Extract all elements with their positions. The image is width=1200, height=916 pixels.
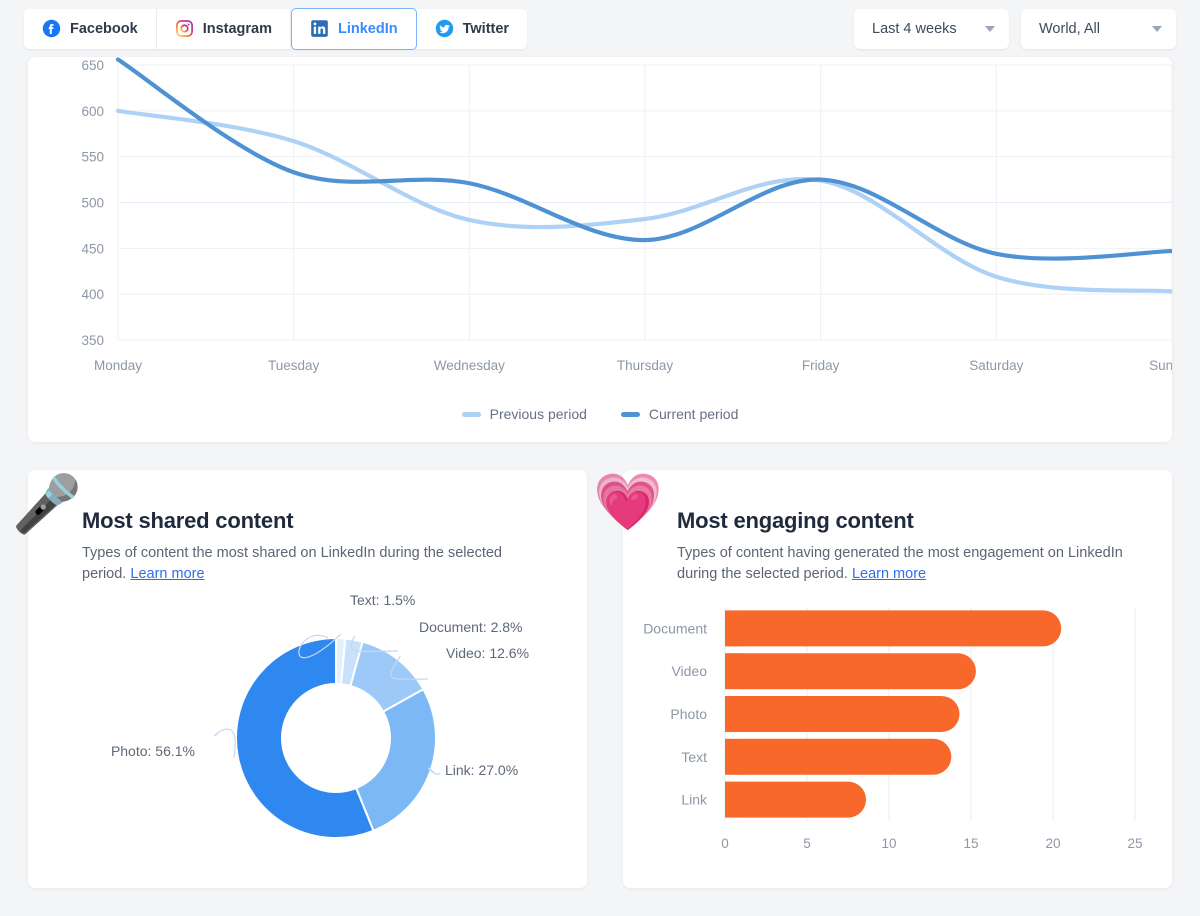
svg-text:20: 20	[1045, 836, 1060, 851]
facebook-icon	[42, 19, 61, 38]
svg-text:350: 350	[81, 333, 104, 348]
svg-text:Document: Document	[643, 620, 707, 636]
network-tab-group: Facebook Instagram LinkedIn Twitter	[24, 7, 528, 50]
followers-line-chart-card: 350 400 450 500 550 600 650 Monday Tuesday Wednes…	[28, 57, 1172, 442]
svg-text:10: 10	[881, 836, 896, 851]
chevron-down-icon	[985, 25, 995, 32]
svg-text:Monday: Monday	[94, 358, 142, 373]
twitter-icon	[435, 19, 453, 38]
svg-text:600: 600	[81, 104, 104, 119]
filter-selectors: Last 4 weeks World, All	[854, 8, 1176, 49]
tab-instagram-label: Instagram	[202, 20, 272, 37]
tab-twitter[interactable]: Twitter	[416, 8, 528, 49]
svg-text:0: 0	[721, 836, 729, 851]
svg-text:Document: 2.8%: Document: 2.8%	[419, 619, 523, 635]
svg-text:25: 25	[1127, 836, 1142, 851]
legend-swatch-current	[620, 411, 640, 417]
svg-text:450: 450	[81, 241, 104, 256]
legend-swatch-previous	[461, 411, 481, 417]
most-engaging-description-line1: Types of content having generated the mo…	[677, 545, 1064, 561]
most-shared-donut-chart: Text: 1.5%Document: 2.8% Video: 12.6% Link…	[111, 592, 529, 839]
svg-text:Video: Video	[671, 663, 707, 679]
most-engaging-bar-chart: 0 5 10 15 20 25 Document Video Photo Text Link	[643, 607, 1143, 851]
svg-text:Sunday: Sunday	[1149, 358, 1172, 373]
most-shared-header: Most shared content Types of content the…	[28, 470, 587, 585]
period-select-value: Last 4 weeks	[872, 20, 957, 37]
line-chart-legend: Previous period Current period	[28, 406, 1172, 422]
svg-text:Text: 1.5%: Text: 1.5%	[350, 592, 415, 608]
region-select-value: World, All	[1039, 20, 1100, 37]
legend-item-previous: Previous period	[461, 406, 587, 422]
most-engaging-description: Types of content having generated the mo…	[677, 543, 1146, 585]
svg-text:Wednesday: Wednesday	[434, 358, 505, 373]
svg-text:400: 400	[81, 287, 104, 302]
svg-text:Tuesday: Tuesday	[268, 358, 320, 373]
legend-item-current: Current period	[620, 406, 739, 422]
svg-text:Photo: Photo	[670, 706, 707, 722]
tab-facebook[interactable]: Facebook	[24, 8, 157, 49]
most-engaging-title: Most engaging content	[677, 508, 914, 533]
svg-text:Text: Text	[681, 749, 707, 765]
chevron-down-icon	[1152, 25, 1162, 32]
followers-line-chart: 350 400 450 500 550 600 650 Monday Tuesday Wednes…	[81, 57, 1172, 373]
tab-facebook-label: Facebook	[70, 20, 138, 37]
tab-linkedin-label: LinkedIn	[338, 20, 398, 37]
most-engaging-header: Most engaging content Types of content h…	[623, 470, 1172, 585]
tab-linkedin[interactable]: LinkedIn	[291, 7, 417, 50]
legend-label-current: Current period	[648, 406, 739, 422]
svg-text:Photo: 56.1%: Photo: 56.1%	[111, 743, 195, 759]
svg-text:Saturday: Saturday	[969, 358, 1023, 373]
svg-text:Link: Link	[681, 792, 708, 808]
microphone-emoji: 🎤	[12, 472, 82, 535]
most-shared-description: Types of content the most shared on Link…	[82, 543, 522, 585]
legend-label-previous: Previous period	[489, 406, 587, 422]
period-select[interactable]: Last 4 weeks	[854, 8, 1009, 49]
most-engaging-chart-wrap: 0 5 10 15 20 25 Document Video Photo Text Link	[623, 593, 1172, 888]
most-engaging-content-card: 💗 Most engaging content Types of content…	[593, 470, 1172, 888]
most-engaging-learn-more-link[interactable]: Learn more	[852, 566, 926, 582]
tab-instagram[interactable]: Instagram	[156, 8, 291, 49]
linkedin-icon	[311, 20, 328, 37]
instagram-icon	[175, 20, 193, 37]
tab-twitter-label: Twitter	[462, 20, 510, 37]
top-toolbar: Facebook Instagram LinkedIn Twitter Last…	[0, 0, 1200, 57]
most-shared-title: Most shared content	[82, 508, 294, 533]
svg-text:550: 550	[81, 150, 104, 165]
svg-text:650: 650	[81, 58, 104, 73]
most-shared-description-line1: Types of content the most shared on Link…	[82, 545, 444, 561]
most-shared-learn-more-link[interactable]: Learn more	[130, 566, 204, 582]
most-shared-content-card: 🎤 Most shared content Types of content t…	[12, 470, 587, 888]
region-select[interactable]: World, All	[1021, 8, 1176, 49]
most-shared-chart-wrap: Text: 1.5% Document: 2.8% Video: 12.6% Link…	[28, 583, 587, 888]
svg-text:Thursday: Thursday	[617, 358, 674, 373]
svg-text:500: 500	[81, 196, 104, 211]
heart-emoji: 💗	[593, 470, 663, 533]
svg-text:Friday: Friday	[802, 358, 840, 373]
svg-text:Link: 27.0%: Link: 27.0%	[445, 762, 518, 778]
svg-text:5: 5	[803, 836, 811, 851]
svg-text:Video: 12.6%: Video: 12.6%	[446, 645, 529, 661]
svg-text:15: 15	[963, 836, 978, 851]
